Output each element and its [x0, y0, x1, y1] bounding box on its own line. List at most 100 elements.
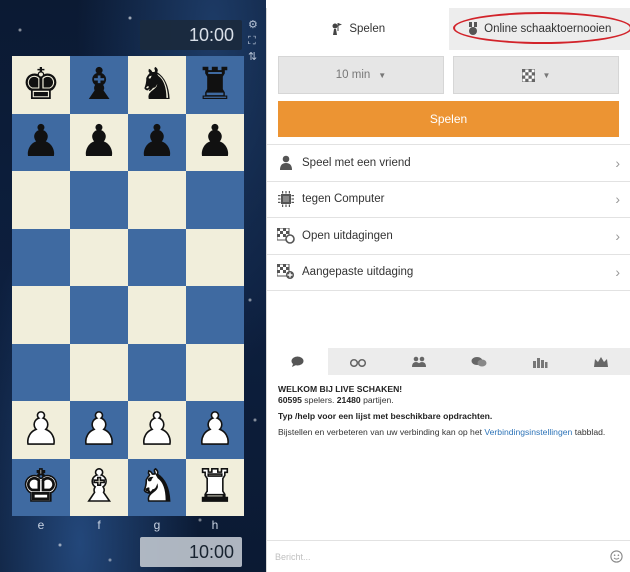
- chat-tab-chat[interactable]: [267, 348, 328, 375]
- checkerboard-icon: [521, 68, 535, 82]
- players-text: spelers.: [301, 395, 337, 405]
- chat-bubble-icon: [291, 356, 304, 367]
- white-piece[interactable]: ♟: [78, 406, 119, 452]
- black-piece[interactable]: ♚: [21, 62, 60, 107]
- chat-tabs: [267, 348, 630, 375]
- chat-input[interactable]: [275, 551, 610, 562]
- board-square[interactable]: [128, 228, 186, 286]
- board-square[interactable]: ♞: [128, 56, 186, 114]
- tab-play-label: Spelen: [349, 23, 386, 35]
- connection-settings-link[interactable]: Verbindingsinstellingen: [484, 427, 572, 437]
- chat-tab-players[interactable]: [388, 348, 449, 375]
- board-square[interactable]: ♟: [128, 113, 186, 171]
- chat-tab-events[interactable]: [570, 348, 630, 375]
- play-options-menu: Speel met een vriend › tegen Computer ›: [267, 144, 630, 291]
- board-square[interactable]: ♟: [12, 113, 70, 171]
- white-piece[interactable]: ♞: [136, 464, 177, 510]
- board-square[interactable]: [128, 343, 186, 401]
- checkerboard-plus-icon: [276, 263, 296, 281]
- file-label: e: [37, 518, 45, 532]
- black-piece[interactable]: ♝: [79, 62, 118, 107]
- opponent-clock: 10:00: [140, 20, 242, 50]
- chevron-right-icon: ›: [615, 191, 620, 208]
- board-square[interactable]: [186, 228, 244, 286]
- black-piece[interactable]: ♟: [21, 120, 60, 164]
- board-square[interactable]: ♟: [186, 113, 244, 171]
- board-square[interactable]: ♟: [12, 401, 70, 459]
- board-square[interactable]: ♟: [70, 401, 128, 459]
- time-control-select[interactable]: 10 min ▼: [278, 56, 444, 94]
- board-square[interactable]: [70, 286, 128, 344]
- board-square[interactable]: [12, 286, 70, 344]
- board-square[interactable]: [70, 228, 128, 286]
- chip-icon: [276, 190, 296, 208]
- board-square[interactable]: ♝: [70, 56, 128, 114]
- binoculars-icon: [350, 358, 366, 367]
- settings-gear-icon[interactable]: ⚙: [248, 20, 258, 31]
- tab-play[interactable]: Spelen: [267, 8, 449, 50]
- welcome-message: WELKOM BIJ LIVE SCHAKEN! 60595 spelers. …: [278, 384, 620, 406]
- board-square[interactable]: ♜: [186, 458, 244, 516]
- conversation-icon: [471, 356, 487, 366]
- people-icon: [411, 356, 426, 367]
- game-type-select[interactable]: ▼: [453, 56, 619, 94]
- white-piece[interactable]: ♟: [136, 406, 177, 452]
- tab-tournaments[interactable]: Online schaaktoernooien: [449, 8, 630, 50]
- fullscreen-icon[interactable]: ⛶: [248, 36, 256, 47]
- board-square[interactable]: [12, 343, 70, 401]
- chat-tab-clubs[interactable]: [510, 348, 571, 375]
- white-piece[interactable]: ♟: [194, 406, 235, 452]
- white-piece[interactable]: ♟: [20, 406, 61, 452]
- board-square[interactable]: [128, 171, 186, 229]
- board-square[interactable]: [186, 343, 244, 401]
- board-square[interactable]: ♝: [70, 458, 128, 516]
- caret-down-icon: ▼: [542, 70, 551, 80]
- black-piece[interactable]: ♞: [137, 62, 176, 107]
- chat-tab-messages[interactable]: [449, 348, 510, 375]
- black-piece[interactable]: ♟: [137, 120, 176, 164]
- board-square[interactable]: ♟: [70, 113, 128, 171]
- white-piece[interactable]: ♝: [78, 464, 119, 510]
- board-square[interactable]: [70, 171, 128, 229]
- menu-item-custom-challenge[interactable]: Aangepaste uitdaging ›: [267, 255, 630, 291]
- menu-item-computer[interactable]: tegen Computer ›: [267, 182, 630, 218]
- white-piece[interactable]: ♚: [20, 464, 61, 510]
- game-options: 10 min ▼ ▼: [267, 50, 630, 94]
- menu-item-open-challenges[interactable]: Open uitdagingen ›: [267, 218, 630, 255]
- chevron-right-icon: ›: [615, 154, 620, 171]
- connection-message: Bijstellen en verbeteren van uw verbindi…: [278, 427, 620, 438]
- black-piece[interactable]: ♟: [79, 120, 118, 164]
- chat-log: WELKOM BIJ LIVE SCHAKEN! 60595 spelers. …: [267, 375, 630, 540]
- crown-icon: [593, 356, 608, 367]
- board-square[interactable]: [186, 171, 244, 229]
- person-icon: [276, 154, 296, 172]
- white-piece[interactable]: ♜: [194, 464, 235, 510]
- board-square[interactable]: ♞: [128, 458, 186, 516]
- games-text: partijen.: [360, 395, 394, 405]
- board-square[interactable]: ♜: [186, 56, 244, 114]
- players-count: 60595: [278, 395, 302, 405]
- chess-board[interactable]: ♚ ♝ ♞ ♜ ♟ ♟ ♟ ♟ ♟ ♟ ♟ ♟ ♚ ♝ ♞ ♜: [12, 56, 244, 516]
- board-square[interactable]: [12, 171, 70, 229]
- black-piece[interactable]: ♜: [195, 62, 234, 107]
- black-piece[interactable]: ♟: [195, 120, 234, 164]
- board-square[interactable]: ♟: [186, 401, 244, 459]
- menu-item-label: Aangepaste uitdaging: [302, 266, 414, 279]
- board-square[interactable]: ♚: [12, 458, 70, 516]
- board-square[interactable]: [12, 228, 70, 286]
- city-icon: [533, 357, 548, 368]
- chat-input-row: [267, 540, 630, 572]
- board-square[interactable]: ♚: [12, 56, 70, 114]
- board-file-labels: e f g h: [12, 518, 244, 532]
- board-square[interactable]: [128, 286, 186, 344]
- games-count: 21480: [336, 395, 361, 405]
- play-button[interactable]: Spelen: [278, 101, 619, 137]
- menu-item-play-friend[interactable]: Speel met een vriend ›: [267, 145, 630, 182]
- checkerboard-search-icon: [276, 227, 296, 245]
- emoji-icon[interactable]: [610, 550, 623, 563]
- board-square[interactable]: ♟: [128, 401, 186, 459]
- board-square[interactable]: [186, 286, 244, 344]
- flip-board-icon[interactable]: ⇅: [248, 52, 257, 63]
- chat-tab-watch[interactable]: [328, 348, 389, 375]
- board-square[interactable]: [70, 343, 128, 401]
